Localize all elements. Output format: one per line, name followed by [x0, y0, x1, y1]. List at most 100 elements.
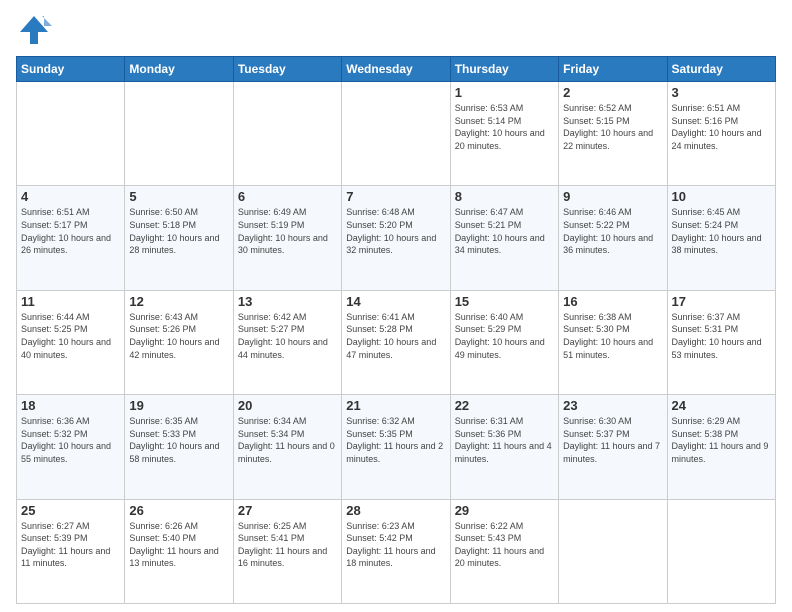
day-number: 12 [129, 294, 228, 309]
day-number: 27 [238, 503, 337, 518]
logo [16, 12, 56, 48]
day-info: Sunrise: 6:53 AM Sunset: 5:14 PM Dayligh… [455, 102, 554, 152]
day-number: 4 [21, 189, 120, 204]
day-number: 28 [346, 503, 445, 518]
day-info: Sunrise: 6:42 AM Sunset: 5:27 PM Dayligh… [238, 311, 337, 361]
day-number: 11 [21, 294, 120, 309]
weekday-header-row: SundayMondayTuesdayWednesdayThursdayFrid… [17, 57, 776, 82]
calendar-cell-0-5: 2Sunrise: 6:52 AM Sunset: 5:15 PM Daylig… [559, 82, 667, 186]
calendar-cell-4-0: 25Sunrise: 6:27 AM Sunset: 5:39 PM Dayli… [17, 499, 125, 603]
calendar-cell-4-1: 26 Sunrise: 6:26 AM Sunset: 5:40 PM Dayli… [125, 499, 233, 603]
day-info: Sunrise: 6:44 AM Sunset: 5:25 PM Dayligh… [21, 311, 120, 361]
day-number: 9 [563, 189, 662, 204]
calendar-cell-2-0: 11 Sunrise: 6:44 AM Sunset: 5:25 PM Dayli… [17, 290, 125, 394]
calendar-cell-2-5: 16 Sunrise: 6:38 AM Sunset: 5:30 PM Dayli… [559, 290, 667, 394]
calendar-cell-3-4: 22 Sunrise: 6:31 AM Sunset: 5:36 PM Dayli… [450, 395, 558, 499]
calendar-week-4: 25Sunrise: 6:27 AM Sunset: 5:39 PM Dayli… [17, 499, 776, 603]
calendar-cell-1-1: 5 Sunrise: 6:50 AM Sunset: 5:18 PM Daylig… [125, 186, 233, 290]
calendar-cell-2-2: 13 Sunrise: 6:42 AM Sunset: 5:27 PM Dayli… [233, 290, 341, 394]
calendar-header: SundayMondayTuesdayWednesdayThursdayFrid… [17, 57, 776, 82]
calendar-cell-4-6 [667, 499, 775, 603]
day-number: 10 [672, 189, 771, 204]
day-number: 8 [455, 189, 554, 204]
calendar-cell-3-0: 18 Sunrise: 6:36 AM Sunset: 5:32 PM Dayli… [17, 395, 125, 499]
day-number: 6 [238, 189, 337, 204]
day-number: 20 [238, 398, 337, 413]
day-number: 19 [129, 398, 228, 413]
day-info: Sunrise: 6:22 AM Sunset: 5:43 PM Dayligh… [455, 520, 554, 570]
day-number: 23 [563, 398, 662, 413]
calendar-cell-3-3: 21Sunrise: 6:32 AM Sunset: 5:35 PM Dayli… [342, 395, 450, 499]
day-info: Sunrise: 6:51 AM Sunset: 5:16 PM Dayligh… [672, 102, 771, 152]
day-number: 26 [129, 503, 228, 518]
weekday-header-wednesday: Wednesday [342, 57, 450, 82]
day-info: Sunrise: 6:35 AM Sunset: 5:33 PM Dayligh… [129, 415, 228, 465]
weekday-header-thursday: Thursday [450, 57, 558, 82]
day-number: 18 [21, 398, 120, 413]
day-info: Sunrise: 6:45 AM Sunset: 5:24 PM Dayligh… [672, 206, 771, 256]
calendar-cell-1-3: 7 Sunrise: 6:48 AM Sunset: 5:20 PM Daylig… [342, 186, 450, 290]
day-number: 14 [346, 294, 445, 309]
calendar-cell-2-6: 17 Sunrise: 6:37 AM Sunset: 5:31 PM Dayli… [667, 290, 775, 394]
calendar-cell-1-5: 9 Sunrise: 6:46 AM Sunset: 5:22 PM Daylig… [559, 186, 667, 290]
calendar-cell-2-3: 14 Sunrise: 6:41 AM Sunset: 5:28 PM Dayli… [342, 290, 450, 394]
calendar-cell-0-2 [233, 82, 341, 186]
day-info: Sunrise: 6:37 AM Sunset: 5:31 PM Dayligh… [672, 311, 771, 361]
day-info: Sunrise: 6:38 AM Sunset: 5:30 PM Dayligh… [563, 311, 662, 361]
calendar-cell-4-3: 28 Sunrise: 6:23 AM Sunset: 5:42 PM Dayli… [342, 499, 450, 603]
day-number: 29 [455, 503, 554, 518]
day-info: Sunrise: 6:34 AM Sunset: 5:34 PM Dayligh… [238, 415, 337, 465]
calendar-cell-3-6: 24 Sunrise: 6:29 AM Sunset: 5:38 PM Dayli… [667, 395, 775, 499]
calendar-cell-1-6: 10 Sunrise: 6:45 AM Sunset: 5:24 PM Dayli… [667, 186, 775, 290]
day-info: Sunrise: 6:50 AM Sunset: 5:18 PM Dayligh… [129, 206, 228, 256]
calendar-cell-0-4: 1 Sunrise: 6:53 AM Sunset: 5:14 PM Daylig… [450, 82, 558, 186]
weekday-header-tuesday: Tuesday [233, 57, 341, 82]
day-number: 13 [238, 294, 337, 309]
day-info: Sunrise: 6:29 AM Sunset: 5:38 PM Dayligh… [672, 415, 771, 465]
day-number: 25 [21, 503, 120, 518]
calendar-cell-3-5: 23 Sunrise: 6:30 AM Sunset: 5:37 PM Dayli… [559, 395, 667, 499]
calendar-cell-1-0: 4 Sunrise: 6:51 AM Sunset: 5:17 PM Daylig… [17, 186, 125, 290]
day-info: Sunrise: 6:30 AM Sunset: 5:37 PM Dayligh… [563, 415, 662, 465]
day-info: Sunrise: 6:47 AM Sunset: 5:21 PM Dayligh… [455, 206, 554, 256]
calendar-cell-4-2: 27 Sunrise: 6:25 AM Sunset: 5:41 PM Dayli… [233, 499, 341, 603]
day-info: Sunrise: 6:46 AM Sunset: 5:22 PM Dayligh… [563, 206, 662, 256]
day-number: 15 [455, 294, 554, 309]
day-number: 2 [563, 85, 662, 100]
day-number: 5 [129, 189, 228, 204]
day-number: 22 [455, 398, 554, 413]
day-info: Sunrise: 6:26 AM Sunset: 5:40 PM Dayligh… [129, 520, 228, 570]
calendar-cell-3-1: 19 Sunrise: 6:35 AM Sunset: 5:33 PM Dayli… [125, 395, 233, 499]
calendar-week-3: 18 Sunrise: 6:36 AM Sunset: 5:32 PM Dayli… [17, 395, 776, 499]
calendar-table: SundayMondayTuesdayWednesdayThursdayFrid… [16, 56, 776, 604]
day-number: 3 [672, 85, 771, 100]
day-info: Sunrise: 6:41 AM Sunset: 5:28 PM Dayligh… [346, 311, 445, 361]
day-number: 16 [563, 294, 662, 309]
day-number: 17 [672, 294, 771, 309]
day-number: 7 [346, 189, 445, 204]
day-info: Sunrise: 6:36 AM Sunset: 5:32 PM Dayligh… [21, 415, 120, 465]
calendar-week-2: 11 Sunrise: 6:44 AM Sunset: 5:25 PM Dayli… [17, 290, 776, 394]
day-info: Sunrise: 6:40 AM Sunset: 5:29 PM Dayligh… [455, 311, 554, 361]
weekday-header-saturday: Saturday [667, 57, 775, 82]
day-number: 24 [672, 398, 771, 413]
calendar-cell-0-1 [125, 82, 233, 186]
calendar-cell-4-4: 29 Sunrise: 6:22 AM Sunset: 5:43 PM Dayli… [450, 499, 558, 603]
calendar-cell-0-0 [17, 82, 125, 186]
logo-icon [16, 12, 52, 48]
header [16, 12, 776, 48]
calendar-cell-2-4: 15 Sunrise: 6:40 AM Sunset: 5:29 PM Dayli… [450, 290, 558, 394]
day-info: Sunrise: 6:25 AM Sunset: 5:41 PM Dayligh… [238, 520, 337, 570]
day-info: Sunrise: 6:23 AM Sunset: 5:42 PM Dayligh… [346, 520, 445, 570]
page: SundayMondayTuesdayWednesdayThursdayFrid… [0, 0, 792, 612]
weekday-header-friday: Friday [559, 57, 667, 82]
day-info: Sunrise: 6:51 AM Sunset: 5:17 PM Dayligh… [21, 206, 120, 256]
day-info: Sunrise: 6:48 AM Sunset: 5:20 PM Dayligh… [346, 206, 445, 256]
calendar-cell-2-1: 12Sunrise: 6:43 AM Sunset: 5:26 PM Dayli… [125, 290, 233, 394]
day-info: Sunrise: 6:32 AM Sunset: 5:35 PM Dayligh… [346, 415, 445, 465]
day-number: 1 [455, 85, 554, 100]
calendar-cell-1-2: 6Sunrise: 6:49 AM Sunset: 5:19 PM Daylig… [233, 186, 341, 290]
calendar-cell-3-2: 20 Sunrise: 6:34 AM Sunset: 5:34 PM Dayli… [233, 395, 341, 499]
day-info: Sunrise: 6:31 AM Sunset: 5:36 PM Dayligh… [455, 415, 554, 465]
calendar-week-0: 1 Sunrise: 6:53 AM Sunset: 5:14 PM Daylig… [17, 82, 776, 186]
